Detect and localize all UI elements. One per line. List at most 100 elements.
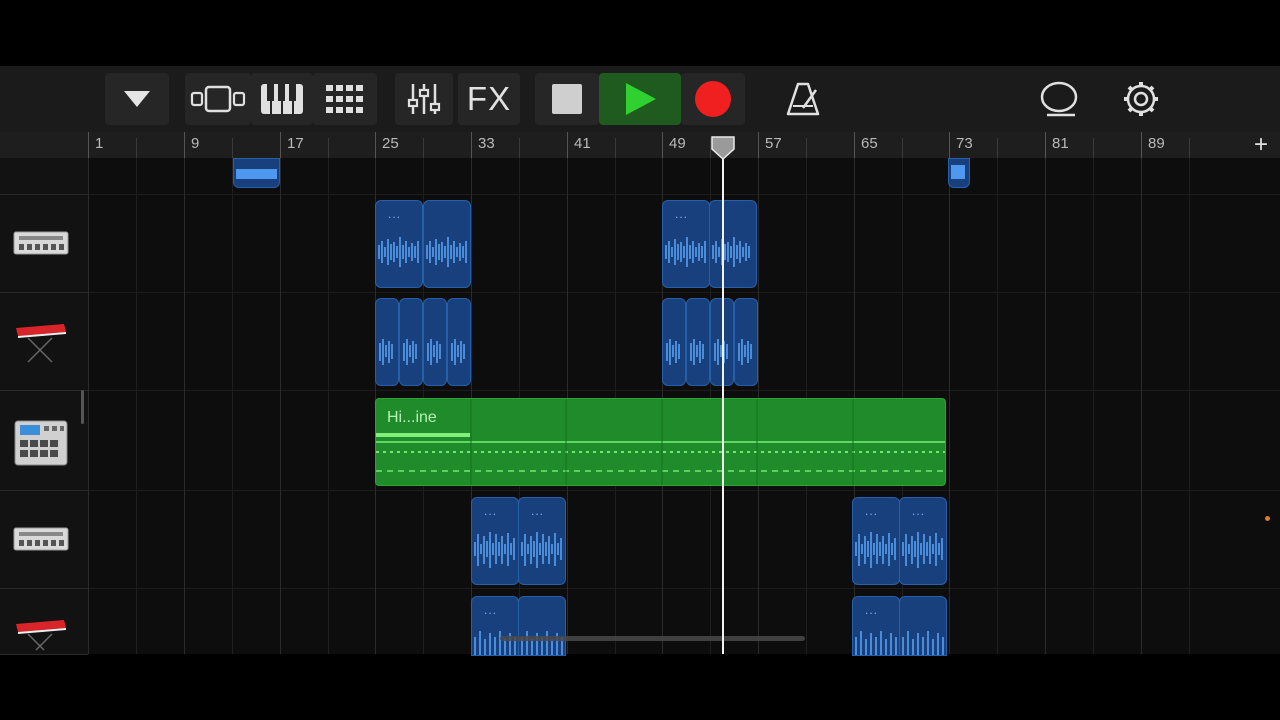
ruler-minor-tick [232, 138, 233, 158]
ruler-minor-tick [519, 138, 520, 158]
ruler-corner [0, 132, 88, 158]
ruler-tick [949, 132, 950, 158]
track-header-beat-sequencer[interactable] [0, 390, 88, 491]
ruler-minor-tick [1189, 138, 1190, 158]
track-lane [88, 490, 1280, 589]
track-header-partial[interactable] [0, 158, 88, 195]
audio-region[interactable] [709, 200, 757, 288]
audio-region[interactable] [734, 298, 758, 386]
audio-region[interactable] [233, 158, 280, 188]
ruler-label: 57 [765, 135, 782, 152]
stop-button[interactable] [535, 73, 599, 125]
grid-dots-icon [325, 84, 365, 114]
grid-line [280, 158, 281, 654]
audio-region[interactable] [899, 596, 947, 656]
audio-region[interactable] [447, 298, 471, 386]
play-button[interactable] [599, 73, 681, 125]
audio-region[interactable]: ... [375, 200, 423, 288]
audio-region[interactable] [375, 298, 399, 386]
ruler-minor-tick [423, 138, 424, 158]
track-header-keyboard[interactable] [0, 292, 88, 391]
record-icon [693, 79, 733, 119]
ruler-tick [662, 132, 663, 158]
grid-line [136, 158, 137, 654]
ruler-tick [1045, 132, 1046, 158]
ruler-minor-tick [328, 138, 329, 158]
grid-line [1189, 158, 1190, 654]
record-button[interactable] [681, 73, 745, 125]
horizontal-scrollbar[interactable] [500, 636, 805, 641]
ruler-label: 9 [191, 135, 200, 152]
metronome-icon [785, 82, 821, 116]
ruler-label: 49 [669, 135, 686, 152]
ruler-tick [758, 132, 759, 158]
ruler-label: 81 [1052, 135, 1069, 152]
playhead-line[interactable] [722, 140, 724, 654]
beat-pad-sampler-icon [14, 420, 68, 471]
grid-line [997, 158, 998, 654]
live-loops-button[interactable] [313, 73, 377, 125]
mixer-button[interactable] [395, 73, 453, 125]
playhead-handle-icon[interactable] [710, 135, 736, 166]
pattern-region[interactable]: Hi...ine [375, 398, 946, 486]
ruler-tick [471, 132, 472, 158]
ruler-tick [88, 132, 89, 158]
piano-keys-icon [260, 83, 304, 115]
fx-button[interactable]: FX [458, 73, 520, 125]
ruler-minor-tick [1093, 138, 1094, 158]
audio-region[interactable]: ... [852, 497, 900, 585]
track-header-keyboard[interactable] [0, 588, 88, 655]
audio-region[interactable] [518, 596, 566, 656]
grid-line [88, 158, 89, 654]
audio-region[interactable] [948, 158, 970, 188]
red-keyboard-icon [14, 618, 68, 657]
fx-label: FX [466, 80, 512, 117]
ruler-tick [1141, 132, 1142, 158]
ruler-minor-tick [136, 138, 137, 158]
track-list-scroll-indicator [81, 390, 84, 424]
control-bar: FX [0, 66, 1280, 132]
sliders-icon [407, 82, 441, 116]
ruler-minor-tick [997, 138, 998, 158]
metronome-button[interactable] [773, 73, 833, 125]
play-icon [622, 81, 658, 117]
grid-line [1141, 158, 1142, 654]
my-songs-button[interactable] [105, 73, 169, 125]
gear-icon [1121, 79, 1161, 119]
add-section-button[interactable]: + [1254, 133, 1268, 157]
ruler-label: 41 [574, 135, 591, 152]
audio-region[interactable]: ... [518, 497, 566, 585]
ruler-tick [854, 132, 855, 158]
audio-region[interactable]: ... [662, 200, 710, 288]
audio-region[interactable]: ... [471, 497, 519, 585]
ruler-minor-tick [615, 138, 616, 158]
ruler-label: 89 [1148, 135, 1165, 152]
browser-button[interactable] [185, 73, 251, 125]
grid-line [1093, 158, 1094, 654]
audio-region[interactable] [423, 298, 447, 386]
keyboard-view-button[interactable] [251, 73, 313, 125]
drum-machine-silver-icon [13, 524, 69, 559]
ruler-minor-tick [806, 138, 807, 158]
settings-button[interactable] [1110, 73, 1172, 125]
track-header-drum-machine[interactable] [0, 194, 88, 293]
loop-browser-button[interactable] [1028, 73, 1090, 125]
grid-line [232, 158, 233, 654]
audio-region[interactable] [423, 200, 471, 288]
recording-indicator-dot [1265, 516, 1270, 521]
ruler-label: 33 [478, 135, 495, 152]
audio-region[interactable] [686, 298, 710, 386]
track-header-drum-machine[interactable] [0, 490, 88, 589]
ruler-label: 17 [287, 135, 304, 152]
audio-region[interactable]: ... [852, 596, 900, 656]
grid-line [328, 158, 329, 654]
ruler-label: 1 [95, 135, 104, 152]
audio-region[interactable] [399, 298, 423, 386]
stop-icon [551, 83, 583, 115]
audio-region[interactable] [662, 298, 686, 386]
ruler-label: 25 [382, 135, 399, 152]
bar-ruler[interactable]: 1 9 17 25 33 41 49 57 65 73 81 89 [88, 132, 1280, 158]
track-headers [0, 158, 88, 655]
audio-region[interactable]: ... [899, 497, 947, 585]
audio-region[interactable]: ... [471, 596, 519, 656]
